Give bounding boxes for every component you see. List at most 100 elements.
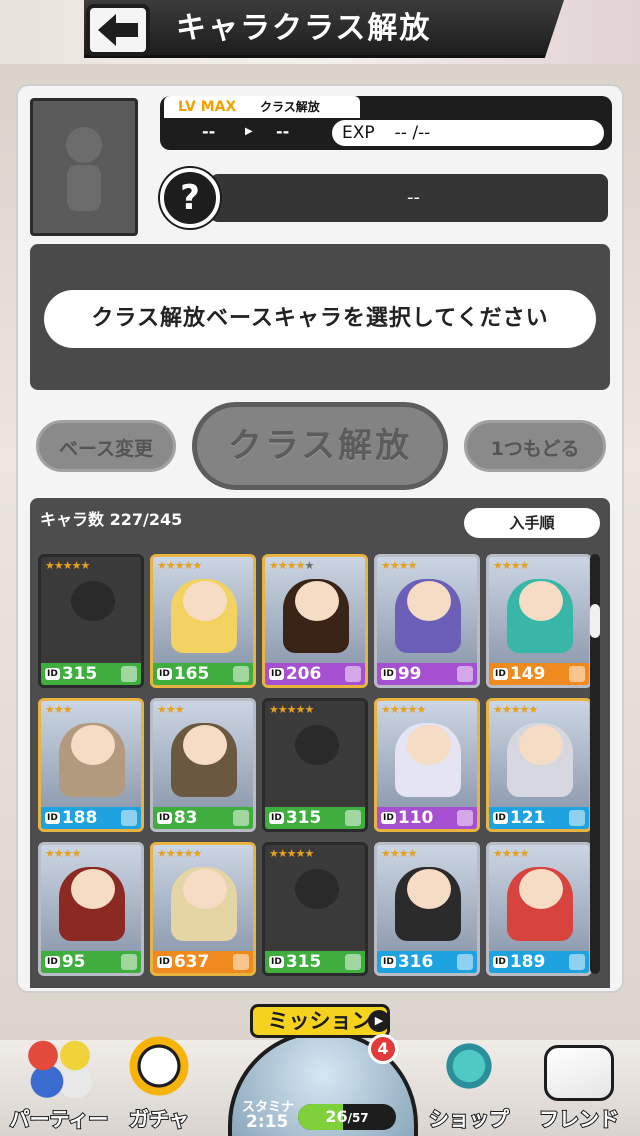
exp-box: EXP -- /-- (332, 120, 604, 146)
character-head (295, 725, 339, 765)
character-id: 315 (61, 664, 98, 684)
character-card[interactable]: ★★★ ID 83 (150, 698, 256, 832)
rarity-stars: ★★★★★ (157, 559, 202, 572)
type-icon (233, 810, 249, 826)
sort-button[interactable]: 入手順 (464, 508, 600, 538)
character-card[interactable]: ★★★★★ ID 165 (150, 554, 256, 688)
nav-shop[interactable]: ショップ (414, 1031, 524, 1132)
id-tag: ID (269, 668, 284, 680)
shop-crystal-icon (429, 1031, 509, 1101)
character-card[interactable]: ★★★★★ ID 206 (262, 554, 368, 688)
silhouette-icon (66, 127, 102, 211)
lv-max-label: LV MAX (178, 99, 237, 115)
character-card[interactable]: ★★★★ ID 189 (486, 842, 592, 976)
type-icon (457, 810, 473, 826)
character-card[interactable]: ★★★★★ ID 315 (262, 842, 368, 976)
type-icon (457, 666, 473, 682)
character-id: 149 (509, 664, 546, 684)
rarity-stars: ★★★ (45, 703, 73, 716)
character-id: 121 (509, 808, 546, 828)
scrollbar-thumb[interactable] (590, 604, 600, 638)
rarity-stars: ★★★★★ (269, 847, 314, 860)
mail-icon (544, 1045, 614, 1101)
nav-mission[interactable]: ミッション ▶ 4 スタミナ 2:15 26/57 (224, 1004, 420, 1136)
stamina-timer: 2:15 (246, 1112, 289, 1132)
nav-gacha[interactable]: ガチャ (104, 1031, 214, 1132)
arrow-right-icon: ▶ (245, 126, 253, 137)
character-card[interactable]: ★★★★★ ID 637 (150, 842, 256, 976)
exp-value: -- /-- (394, 123, 431, 143)
character-head (183, 869, 227, 909)
character-card[interactable]: ★★★★★ ID 315 (262, 698, 368, 832)
nav-gacha-label: ガチャ (128, 1106, 190, 1132)
level-tab: LV MAX クラス解放 (164, 96, 360, 118)
character-head (295, 581, 339, 621)
scrollbar[interactable] (590, 554, 600, 974)
rarity-stars: ★★★★ (381, 847, 417, 860)
character-id: 189 (509, 952, 546, 972)
character-count-value: 227/245 (109, 510, 183, 529)
id-tag: ID (45, 668, 60, 680)
type-icon (345, 810, 361, 826)
class-release-button[interactable]: クラス解放 (192, 402, 448, 490)
undo-button[interactable]: 1つもどる (464, 420, 606, 472)
character-id: 315 (285, 952, 322, 972)
id-tag: ID (493, 956, 508, 968)
gacha-robot-icon (119, 1031, 199, 1101)
id-tag: ID (45, 812, 60, 824)
mission-badge: 4 (368, 1034, 398, 1064)
character-card[interactable]: ★★★★ ID 149 (486, 554, 592, 688)
character-head (71, 725, 115, 765)
rarity-stars: ★★★★★ (269, 559, 314, 572)
nav-friend-label: フレンド (538, 1106, 620, 1132)
level-from: -- (202, 122, 216, 141)
base-portrait-slot[interactable] (30, 98, 138, 236)
character-card[interactable]: ★★★★★ ID 110 (374, 698, 480, 832)
nav-party[interactable]: パーティー (4, 1031, 114, 1132)
rarity-stars: ★★★★★ (493, 703, 538, 716)
class-row: -- ? (160, 168, 610, 228)
stamina-value: 26/57 (298, 1104, 396, 1130)
rarity-stars: ★★★★ (493, 559, 529, 572)
character-card[interactable]: ★★★★★ ID 315 (38, 554, 144, 688)
rarity-stars: ★★★★★ (45, 559, 90, 572)
party-icon (19, 1031, 99, 1101)
id-tag: ID (45, 956, 60, 968)
character-id: 83 (173, 808, 198, 828)
character-card[interactable]: ★★★ ID 188 (38, 698, 144, 832)
id-tag: ID (269, 956, 284, 968)
type-icon (345, 954, 361, 970)
nav-friend[interactable]: フレンド (524, 1031, 634, 1132)
base-change-button[interactable]: ベース変更 (36, 420, 176, 472)
id-tag: ID (381, 668, 396, 680)
class-tab-label: クラス解放 (260, 100, 320, 114)
type-icon (345, 666, 361, 682)
nav-shop-label: ショップ (428, 1106, 510, 1132)
character-id: 188 (61, 808, 98, 828)
rarity-stars: ★★★★ (381, 559, 417, 572)
character-card[interactable]: ★★★★ ID 99 (374, 554, 480, 688)
rarity-stars: ★★★ (157, 703, 185, 716)
back-button[interactable] (86, 4, 150, 56)
character-id: 316 (397, 952, 434, 972)
character-list: キャラ数 227/245 入手順 ★★★★★ ID 315 ★★★★★ ID 165 ★★★… (30, 498, 610, 988)
rarity-stars: ★★★★★ (157, 847, 202, 860)
character-head (183, 581, 227, 621)
page-title: キャラクラス解放 (176, 11, 432, 46)
type-icon (569, 954, 585, 970)
type-icon (233, 666, 249, 682)
question-icon[interactable]: ? (160, 168, 220, 228)
character-card[interactable]: ★★★★★ ID 121 (486, 698, 592, 832)
id-tag: ID (157, 668, 172, 680)
id-tag: ID (157, 956, 172, 968)
rarity-stars: ★★★★★ (381, 703, 426, 716)
character-id: 95 (61, 952, 86, 972)
character-head (519, 581, 563, 621)
id-tag: ID (493, 812, 508, 824)
instruction-message: クラス解放ベースキャラを選択してください (44, 290, 596, 348)
character-card[interactable]: ★★★★ ID 316 (374, 842, 480, 976)
character-card[interactable]: ★★★★ ID 95 (38, 842, 144, 976)
character-head (407, 869, 451, 909)
level-to: -- (276, 122, 290, 141)
rarity-stars: ★★★★★ (269, 703, 314, 716)
